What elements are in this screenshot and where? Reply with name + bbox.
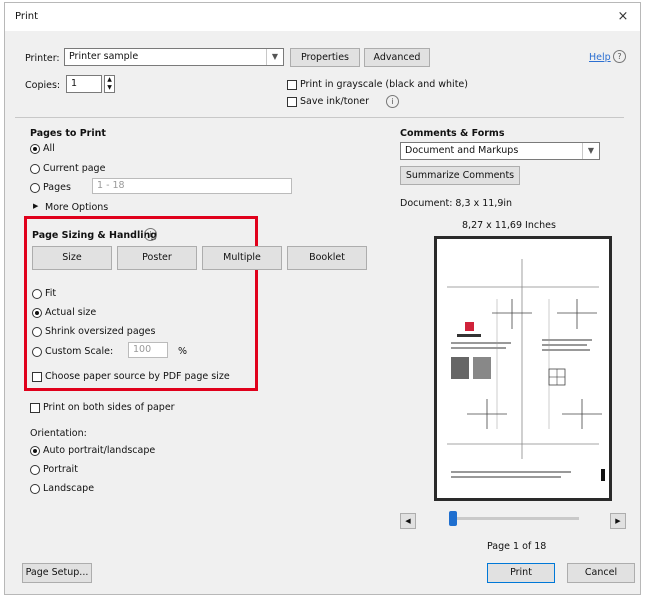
custom-scale-radio[interactable]: [32, 347, 42, 357]
copies-label: Copies:: [25, 80, 61, 91]
sizing-heading: Page Sizing & Handling: [32, 230, 158, 241]
print-preview: [434, 236, 612, 501]
page-slider-thumb[interactable]: [449, 511, 457, 526]
paper-source-label: Choose paper source by PDF page size: [45, 371, 230, 382]
info-icon[interactable]: i: [386, 95, 399, 108]
more-options-link[interactable]: More Options: [45, 202, 108, 213]
next-page-button[interactable]: ▶: [610, 513, 626, 529]
auto-orientation-label: Auto portrait/landscape: [43, 445, 156, 456]
shrink-label: Shrink oversized pages: [45, 326, 156, 337]
advanced-button[interactable]: Advanced: [364, 48, 430, 67]
percent-sign: %: [178, 346, 188, 357]
printer-label: Printer:: [25, 53, 60, 64]
page-indicator: Page 1 of 18: [487, 541, 547, 552]
paper-source-checkbox[interactable]: [32, 372, 42, 382]
landscape-label: Landscape: [43, 483, 95, 494]
pages-all-radio[interactable]: [30, 144, 40, 154]
portrait-radio[interactable]: [30, 465, 40, 475]
comments-dropdown[interactable]: Document and Markups ▼: [400, 142, 600, 160]
page-setup-button[interactable]: Page Setup...: [22, 563, 92, 583]
page-slider-track[interactable]: [453, 517, 579, 520]
auto-orientation-radio[interactable]: [30, 446, 40, 456]
pages-range-value: 1 - 18: [97, 180, 125, 191]
pages-to-print-heading: Pages to Print: [30, 128, 106, 139]
tab-size[interactable]: Size: [32, 246, 112, 270]
preview-page-content: [447, 259, 605, 481]
tab-multiple[interactable]: Multiple: [202, 246, 282, 270]
actual-size-label: Actual size: [45, 307, 97, 318]
chevron-down-icon: ▼: [266, 49, 283, 65]
pages-range-input[interactable]: 1 - 18: [92, 178, 292, 194]
portrait-label: Portrait: [43, 464, 78, 475]
dialog-title: Print: [15, 11, 39, 22]
sizing-info-icon[interactable]: i: [144, 228, 157, 241]
divider: [15, 117, 624, 118]
orientation-heading: Orientation:: [30, 428, 87, 439]
cancel-button[interactable]: Cancel: [567, 563, 635, 583]
comments-heading: Comments & Forms: [400, 128, 505, 139]
copies-stepper[interactable]: ▲ ▼: [104, 75, 115, 93]
triangle-right-icon[interactable]: ▶: [33, 202, 38, 210]
copies-value: 1: [71, 78, 78, 89]
custom-scale-label: Custom Scale:: [45, 346, 114, 357]
help-icon[interactable]: ?: [613, 50, 626, 63]
copies-input[interactable]: 1: [66, 75, 102, 93]
save-ink-checkbox[interactable]: [287, 97, 297, 107]
tab-poster[interactable]: Poster: [117, 246, 197, 270]
fit-label: Fit: [45, 288, 57, 299]
grayscale-checkbox[interactable]: [287, 80, 297, 90]
current-page-radio[interactable]: [30, 164, 40, 174]
comments-value: Document and Markups: [405, 145, 519, 156]
current-page-label: Current page: [43, 163, 106, 174]
chevron-down-icon: ▼: [582, 143, 599, 159]
grayscale-label: Print in grayscale (black and white): [300, 79, 468, 90]
pages-all-label: All: [43, 143, 55, 154]
title-bar: Print ×: [5, 3, 640, 31]
duplex-checkbox[interactable]: [30, 403, 40, 413]
custom-scale-value: 100: [133, 344, 152, 355]
actual-size-radio[interactable]: [32, 308, 42, 318]
document-size-label: Document: 8,3 x 11,9in: [400, 198, 513, 209]
pages-range-radio[interactable]: [30, 183, 40, 193]
sizing-highlight-box: [24, 216, 258, 391]
help-link[interactable]: Help: [589, 52, 611, 63]
custom-scale-input[interactable]: 100: [128, 342, 168, 358]
save-ink-label: Save ink/toner: [300, 96, 370, 107]
pages-range-label: Pages: [43, 182, 71, 193]
properties-button[interactable]: Properties: [290, 48, 360, 67]
previous-page-button[interactable]: ◀: [400, 513, 416, 529]
print-button[interactable]: Print: [487, 563, 555, 583]
printer-dropdown[interactable]: Printer sample ▼: [64, 48, 284, 66]
duplex-label: Print on both sides of paper: [43, 402, 175, 413]
fit-radio[interactable]: [32, 289, 42, 299]
printer-value: Printer sample: [69, 51, 139, 62]
landscape-radio[interactable]: [30, 484, 40, 494]
close-icon[interactable]: ×: [614, 8, 632, 26]
page-size-label: 8,27 x 11,69 Inches: [462, 220, 556, 231]
tab-booklet[interactable]: Booklet: [287, 246, 367, 270]
summarize-comments-button[interactable]: Summarize Comments: [400, 166, 520, 185]
shrink-radio[interactable]: [32, 327, 42, 337]
